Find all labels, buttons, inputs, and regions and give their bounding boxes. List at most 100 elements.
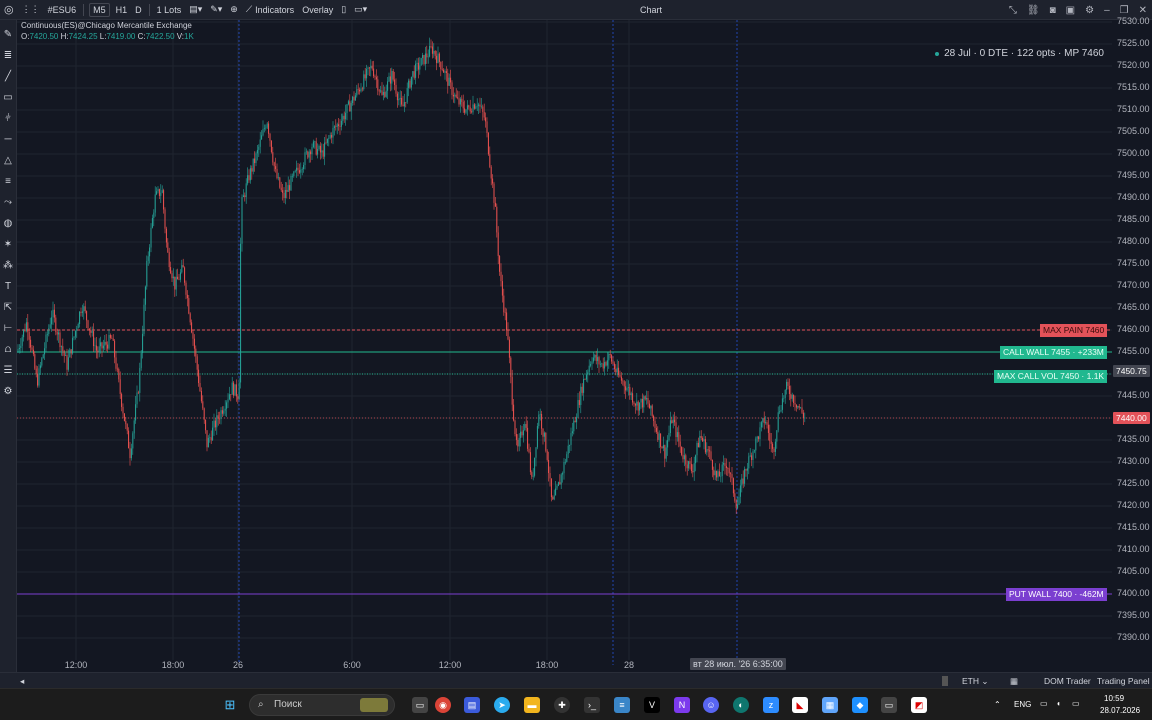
telegram-icon[interactable]: ➤ xyxy=(494,697,510,713)
horizontal-line-icon[interactable]: ─ xyxy=(2,134,14,146)
candle-body xyxy=(153,212,155,218)
app-icon-6[interactable]: ✚ xyxy=(554,697,570,713)
curve-icon[interactable]: ⤳ xyxy=(2,197,14,209)
gear-icon[interactable]: ⚙ xyxy=(2,386,14,398)
scrollbar-handle[interactable] xyxy=(942,676,948,686)
app-icon-14[interactable]: ◣ xyxy=(792,697,808,713)
pen-icon[interactable]: ✎▾ xyxy=(206,0,226,20)
terminal-icon[interactable]: ›_ xyxy=(584,697,600,713)
lock-icon[interactable]: ▣ xyxy=(1061,0,1080,20)
triangle-icon[interactable]: △ xyxy=(2,155,14,167)
drag-handle-icon[interactable]: ⋮⋮ xyxy=(18,0,44,20)
arrow-icon[interactable]: ⇱ xyxy=(2,302,14,314)
candle-body xyxy=(367,67,369,70)
candle-body xyxy=(46,334,48,335)
candle-body xyxy=(802,412,804,418)
trading-panel-button[interactable]: Trading Panel xyxy=(1097,673,1150,689)
notepad-icon[interactable]: ≡ xyxy=(614,697,630,713)
visual-studio-icon[interactable]: N xyxy=(674,697,690,713)
candle-body xyxy=(270,140,272,153)
candle-body xyxy=(174,276,176,290)
template-icon[interactable]: ▯ xyxy=(337,0,350,20)
candle-body xyxy=(557,482,559,486)
candle-body xyxy=(770,441,772,444)
layout-icon[interactable]: ▭▾ xyxy=(350,0,371,20)
app-icon-1[interactable]: ▭ xyxy=(412,697,428,713)
magnet-icon[interactable]: ⩍ xyxy=(2,344,14,356)
candle-body xyxy=(409,80,411,88)
time-tick-label: 26 xyxy=(232,660,244,670)
candle-body xyxy=(65,355,67,356)
price-tick-label: 7460.00 xyxy=(1117,324,1150,334)
battery-icon[interactable]: ▭ xyxy=(1072,699,1080,708)
app-icon-9[interactable]: V xyxy=(644,697,660,713)
candle-body xyxy=(710,451,712,461)
settings-icon[interactable]: ⚙ xyxy=(1080,0,1099,20)
folder-icon[interactable]: ▬ xyxy=(524,697,540,713)
fib-icon[interactable]: ≡ xyxy=(2,176,14,188)
candle-body xyxy=(317,149,319,155)
pattern-icon[interactable]: ✶ xyxy=(2,239,14,251)
cursor-icon[interactable]: ✎ xyxy=(2,29,14,41)
scroll-left-icon[interactable]: ◂ xyxy=(20,673,24,689)
zoom-icon[interactable]: ⊕ xyxy=(226,0,242,20)
app-icon-18[interactable]: ◩ xyxy=(911,697,927,713)
tray-chevron-icon[interactable]: ⌃ xyxy=(994,700,1001,709)
rectangle-icon[interactable]: ▭ xyxy=(2,92,14,104)
app-icon-17[interactable]: ▭ xyxy=(881,697,897,713)
windows-start-icon[interactable]: ⊞ xyxy=(222,697,238,713)
discord-icon[interactable]: ☺ xyxy=(703,697,719,713)
text-icon[interactable]: T xyxy=(2,281,14,293)
volume-icon[interactable]: ◖ xyxy=(1056,699,1061,708)
timeframe-d[interactable]: D xyxy=(131,0,146,20)
language-indicator[interactable]: ENG xyxy=(1014,700,1031,709)
measure-icon[interactable]: ⁂ xyxy=(2,260,14,272)
dom-trader-button[interactable]: DOM Trader xyxy=(1044,673,1091,689)
objects-icon[interactable]: ☰ xyxy=(2,365,14,377)
chart-area[interactable] xyxy=(17,20,1152,675)
symbol-selector[interactable]: #ESU6 xyxy=(44,0,81,20)
trendline-icon[interactable]: ╱ xyxy=(2,71,14,83)
candle-body xyxy=(604,362,606,369)
camera-icon[interactable]: ◙ xyxy=(1045,0,1061,20)
clock-date[interactable]: 28.07.2026 xyxy=(1100,706,1140,715)
network-icon[interactable]: ▭ xyxy=(1040,699,1048,708)
pitchfork-icon[interactable]: ⫩ xyxy=(2,113,14,125)
candle-body xyxy=(282,190,284,193)
session-selector[interactable]: ETH ⌄ xyxy=(962,673,988,689)
candle-body xyxy=(399,97,401,100)
app-icon-3[interactable]: ▤ xyxy=(464,697,480,713)
crosshair-icon[interactable]: ⤡ xyxy=(1004,0,1022,20)
lines-icon[interactable]: ≣ xyxy=(2,50,14,62)
timeframe-h1[interactable]: H1 xyxy=(112,0,132,20)
overlay-button[interactable]: Overlay xyxy=(298,0,337,20)
candle-body xyxy=(164,209,166,229)
brush-icon[interactable]: ◍ xyxy=(2,218,14,230)
candle-body xyxy=(240,243,242,383)
candle-body xyxy=(163,190,165,210)
candle-body xyxy=(347,101,349,105)
lots-selector[interactable]: 1 Lots xyxy=(153,0,186,20)
zoom-icon[interactable]: z xyxy=(763,697,779,713)
app-icon-12[interactable]: ◐ xyxy=(733,697,749,713)
chrome-icon[interactable]: ◉ xyxy=(435,697,451,713)
app-icon-16[interactable]: ◆ xyxy=(852,697,868,713)
candle-body xyxy=(394,79,396,85)
chart-type-icon[interactable]: ▤▾ xyxy=(185,0,206,20)
link-icon[interactable]: ⛓ xyxy=(1022,0,1045,20)
candle-body xyxy=(123,413,125,421)
candle-body xyxy=(611,355,613,362)
app-icon-15[interactable]: ▦ xyxy=(822,697,838,713)
candle-body xyxy=(160,192,162,196)
timeframe-m5[interactable]: M5 xyxy=(89,2,110,17)
minimize-icon[interactable]: – xyxy=(1099,0,1115,20)
candle-body xyxy=(535,447,537,458)
candle-body xyxy=(350,103,352,112)
calendar-icon[interactable]: ▦ xyxy=(1010,673,1018,689)
ruler-icon[interactable]: ⊢ xyxy=(2,323,14,335)
indicators-button[interactable]: ⟋ Indicators xyxy=(242,0,298,20)
clock-time[interactable]: 10:59 xyxy=(1104,694,1124,703)
app-logo-icon[interactable]: ◎ xyxy=(0,0,18,20)
price-chart[interactable] xyxy=(17,20,1152,675)
taskbar-search[interactable]: ⌕ Поиск xyxy=(249,694,395,716)
